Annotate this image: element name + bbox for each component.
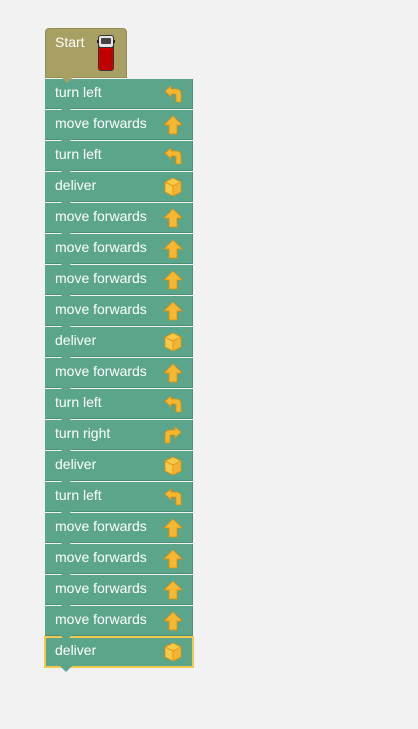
block-label: move forwards xyxy=(55,115,147,131)
block-label: move forwards xyxy=(55,549,147,565)
arrow-up-icon xyxy=(163,363,183,383)
block-label: deliver xyxy=(55,332,97,348)
block-label: move forwards xyxy=(55,208,147,224)
block-move-forwards[interactable]: move forwards xyxy=(45,110,193,145)
start-block[interactable]: Start xyxy=(45,28,127,83)
arrow-up-icon xyxy=(163,270,183,290)
block-deliver[interactable]: deliver xyxy=(45,327,193,362)
block-turn-left[interactable]: turn left xyxy=(45,482,193,517)
block-move-forwards[interactable]: move forwards xyxy=(45,265,193,300)
block-label: turn left xyxy=(55,487,102,503)
block-label: deliver xyxy=(55,177,97,193)
block-label: move forwards xyxy=(55,301,147,317)
block-label: turn left xyxy=(55,394,102,410)
box-icon xyxy=(163,456,183,476)
block-label: move forwards xyxy=(55,611,147,627)
arrow-up-icon xyxy=(163,208,183,228)
box-icon xyxy=(163,177,183,197)
block-move-forwards[interactable]: move forwards xyxy=(45,606,193,641)
turn-left-icon xyxy=(163,487,183,507)
block-move-forwards[interactable]: move forwards xyxy=(45,203,193,238)
block-deliver[interactable]: deliver xyxy=(45,451,193,486)
block-label: deliver xyxy=(55,456,97,472)
block-deliver[interactable]: deliver xyxy=(45,172,193,207)
block-label: turn left xyxy=(55,84,102,100)
box-icon xyxy=(163,642,183,662)
start-label: Start xyxy=(55,34,85,50)
block-label: move forwards xyxy=(55,270,147,286)
arrow-up-icon xyxy=(163,549,183,569)
block-label: move forwards xyxy=(55,363,147,379)
turn-right-icon xyxy=(163,425,183,445)
block-move-forwards[interactable]: move forwards xyxy=(45,575,193,610)
box-icon xyxy=(163,332,183,352)
block-move-forwards[interactable]: move forwards xyxy=(45,358,193,393)
block-label: turn left xyxy=(55,146,102,162)
block-turn-left[interactable]: turn left xyxy=(45,141,193,176)
arrow-up-icon xyxy=(163,518,183,538)
block-list: turn left move forwards turn left deliver mo… xyxy=(44,79,194,672)
arrow-up-icon xyxy=(163,301,183,321)
program-stack: Start turn left move forwards turn left del… xyxy=(44,28,194,672)
block-move-forwards[interactable]: move forwards xyxy=(45,513,193,548)
block-deliver[interactable]: deliver xyxy=(44,636,194,672)
block-label: move forwards xyxy=(55,518,147,534)
block-turn-left[interactable]: turn left xyxy=(45,389,193,424)
block-move-forwards[interactable]: move forwards xyxy=(45,296,193,331)
turn-left-icon xyxy=(163,84,183,104)
arrow-up-icon xyxy=(163,239,183,259)
block-label: turn right xyxy=(55,425,111,441)
block-move-forwards[interactable]: move forwards xyxy=(45,544,193,579)
block-turn-right[interactable]: turn right xyxy=(45,420,193,455)
block-label: deliver xyxy=(55,642,97,658)
block-move-forwards[interactable]: move forwards xyxy=(45,234,193,269)
code-workspace[interactable]: Start turn left move forwards turn left del… xyxy=(0,0,418,729)
arrow-up-icon xyxy=(163,115,183,135)
arrow-up-icon xyxy=(163,580,183,600)
block-label: move forwards xyxy=(55,580,147,596)
block-label: move forwards xyxy=(55,239,147,255)
van-icon xyxy=(97,35,115,71)
arrow-up-icon xyxy=(163,611,183,631)
turn-left-icon xyxy=(163,394,183,414)
turn-left-icon xyxy=(163,146,183,166)
block-turn-left[interactable]: turn left xyxy=(45,79,193,114)
